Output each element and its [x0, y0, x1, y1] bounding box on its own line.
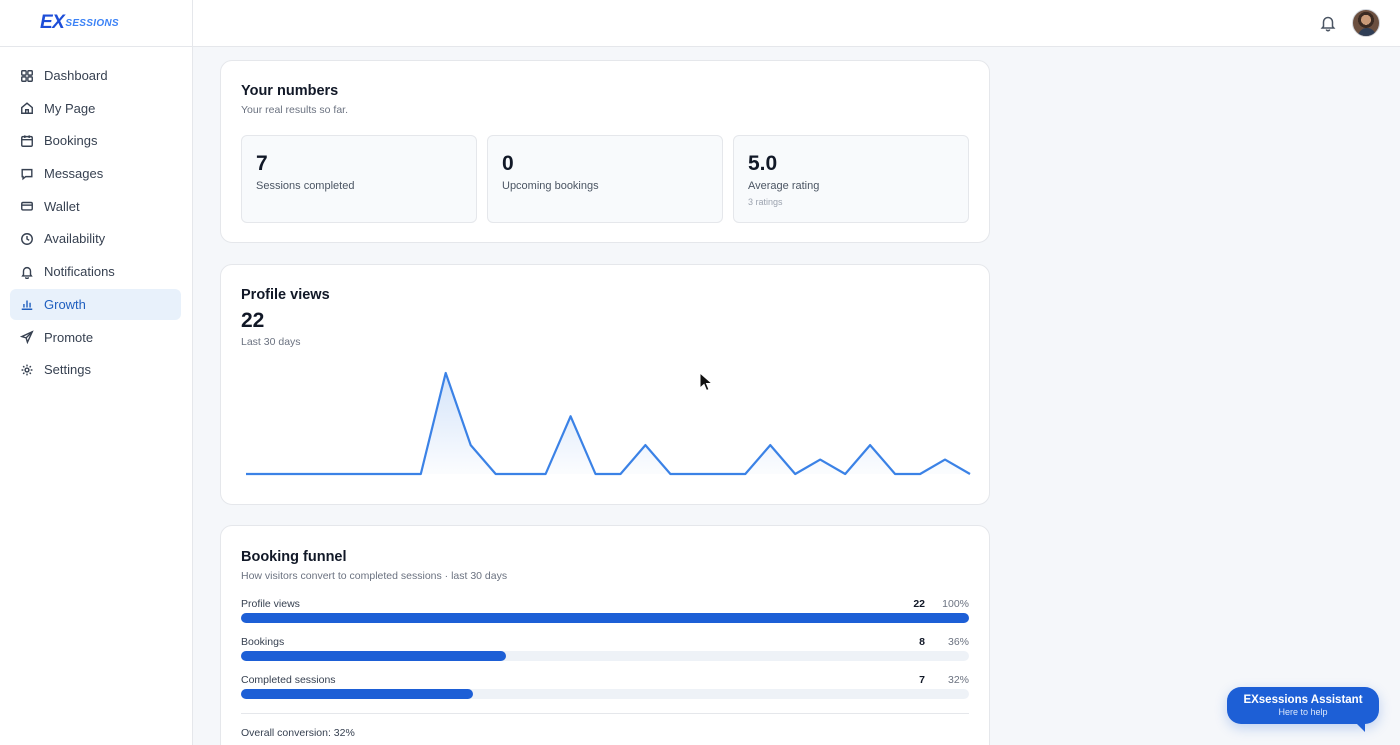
- logo[interactable]: EX SESSIONS: [0, 0, 192, 47]
- stat-label: Average rating: [748, 180, 820, 192]
- sidebar-item-dashboard[interactable]: Dashboard: [10, 60, 181, 91]
- funnel-label: Completed sessions: [241, 674, 336, 686]
- logo-sub: SESSIONS: [65, 17, 119, 29]
- bell-icon: [20, 265, 34, 279]
- stat-label: Upcoming bookings: [502, 180, 599, 192]
- chart-area-fill: [246, 373, 970, 474]
- funnel-count: 8: [919, 636, 925, 648]
- funnel-percent: 36%: [947, 636, 969, 648]
- sidebar-item-messages[interactable]: Messages: [10, 158, 181, 189]
- funnel-track: [241, 689, 969, 699]
- message-icon: [20, 167, 34, 181]
- stat-value: 5.0: [748, 152, 778, 175]
- profile-views-total: 22: [241, 309, 265, 332]
- sidebar-item-label: Settings: [44, 362, 91, 378]
- funnel-bar: [241, 651, 506, 661]
- funnel-track: [241, 613, 969, 623]
- funnel-label: Profile views: [241, 598, 300, 610]
- stat-sublabel: 3 ratings: [748, 197, 783, 207]
- funnel-percent: 100%: [942, 598, 969, 610]
- sidebar-nav: Dashboard My Page Bookings Messages Wall…: [0, 47, 192, 385]
- user-avatar[interactable]: [1352, 9, 1380, 37]
- funnel-count: 22: [913, 598, 925, 610]
- stat-label: Sessions completed: [256, 180, 355, 192]
- overall-conversion: Overall conversion: 32%: [241, 727, 355, 739]
- wallet-icon: [20, 199, 34, 213]
- sidebar-item-label: Wallet: [44, 198, 80, 214]
- calendar-icon: [20, 134, 34, 148]
- profile-views-period: Last 30 days: [241, 336, 301, 348]
- profile-views-card: Profile views 22 Last 30 days: [220, 264, 990, 505]
- assistant-title: EXsessions Assistant: [1243, 694, 1363, 706]
- sidebar-item-bookings[interactable]: Bookings: [10, 125, 181, 156]
- sidebar-item-my-page[interactable]: My Page: [10, 93, 181, 124]
- gear-icon: [20, 363, 34, 377]
- sidebar-item-growth[interactable]: Growth: [10, 288, 181, 320]
- send-icon: [20, 330, 34, 344]
- stat-upcoming-bookings: 0 Upcoming bookings: [487, 135, 723, 223]
- sidebar-item-label: Availability: [44, 231, 106, 247]
- home-icon: [20, 101, 34, 115]
- sidebar-item-promote[interactable]: Promote: [10, 322, 181, 353]
- sidebar-item-label: Bookings: [44, 133, 98, 149]
- card-title: Your numbers: [241, 83, 339, 99]
- assistant-chat-button[interactable]: EXsessions Assistant Here to help: [1227, 687, 1379, 732]
- funnel-bar: [241, 613, 969, 623]
- stat-average-rating: 5.0 Average rating 3 ratings: [733, 135, 969, 223]
- profile-views-chart: [246, 371, 971, 476]
- bell-icon[interactable]: [1319, 14, 1337, 32]
- sidebar-item-availability[interactable]: Availability: [10, 223, 181, 254]
- mouse-cursor-icon: [699, 372, 713, 392]
- stat-sessions-completed: 7 Sessions completed: [241, 135, 477, 223]
- clock-icon: [20, 232, 34, 246]
- card-title: Booking funnel: [241, 549, 347, 565]
- sidebar-item-label: Promote: [44, 329, 94, 345]
- sidebar-item-label: Growth: [44, 296, 86, 312]
- card-subtitle: Your real results so far.: [241, 104, 348, 116]
- sidebar-item-wallet[interactable]: Wallet: [10, 191, 181, 222]
- sidebar-item-label: My Page: [44, 100, 96, 116]
- grid-icon: [20, 69, 34, 83]
- logo-main: EX: [40, 12, 65, 33]
- funnel-count: 7: [919, 674, 925, 686]
- sidebar-item-label: Notifications: [44, 264, 115, 280]
- your-numbers-card: Your numbers Your real results so far. 7…: [220, 60, 990, 243]
- divider: [241, 713, 969, 714]
- sidebar-item-notifications[interactable]: Notifications: [10, 256, 181, 287]
- funnel-label: Bookings: [241, 636, 285, 648]
- sidebar-item-settings[interactable]: Settings: [10, 354, 181, 385]
- funnel-bar: [241, 689, 473, 699]
- sidebar: EX SESSIONS Dashboard My Page Bookings M…: [0, 0, 193, 745]
- stat-value: 7: [256, 152, 268, 175]
- sidebar-item-label: Dashboard: [44, 68, 108, 83]
- funnel-percent: 32%: [947, 674, 969, 686]
- top-bar: [193, 0, 1400, 47]
- funnel-track: [241, 651, 969, 661]
- booking-funnel-card: Booking funnel How visitors convert to c…: [220, 525, 990, 745]
- stat-value: 0: [502, 152, 514, 175]
- assistant-subtitle: Here to help: [1278, 707, 1328, 717]
- card-subtitle: How visitors convert to completed sessio…: [241, 570, 508, 582]
- card-title: Profile views: [241, 287, 330, 303]
- sidebar-item-label: Messages: [44, 166, 104, 182]
- bar-chart-icon: [20, 297, 34, 311]
